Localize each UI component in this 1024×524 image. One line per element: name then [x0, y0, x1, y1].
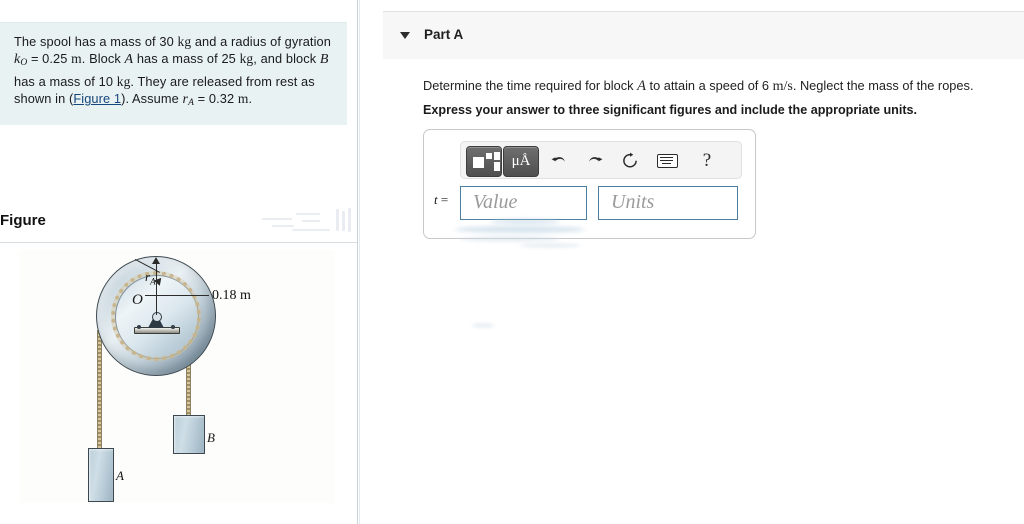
- template-icon-square-bottom: [494, 162, 500, 171]
- template-button[interactable]: [466, 146, 502, 177]
- question-part-c: . Neglect the mass of the ropes.: [792, 78, 974, 93]
- dimension-leader-line: [145, 295, 209, 297]
- problem-line3-c: . They are released from rest as: [130, 73, 315, 89]
- unit-kg-3: kg: [116, 73, 131, 89]
- problem-line1-b: and a radius of gyration: [191, 34, 331, 49]
- redo-icon[interactable]: [581, 146, 609, 175]
- keyboard-icon-body: [656, 153, 678, 168]
- question-unit: m/s: [772, 79, 793, 94]
- spool-outer-disc: rA: [96, 256, 216, 376]
- template-icon-square-large: [473, 157, 484, 168]
- template-icon-square-top: [494, 152, 500, 160]
- answer-toolbar: μÅ ?: [460, 141, 742, 179]
- question-text: Determine the time required for block A …: [423, 77, 1018, 95]
- question-part-b: to attain a speed of 6: [645, 78, 773, 93]
- block-b: [173, 415, 205, 454]
- problem-statement-box: The spool has a mass of 30 kg and a radi…: [0, 22, 347, 125]
- help-icon[interactable]: ?: [693, 146, 721, 175]
- figure-1-link[interactable]: Figure 1: [73, 91, 121, 106]
- answer-instruction: Express your answer to three significant…: [423, 103, 918, 117]
- page-root: The spool has a mass of 30 kg and a radi…: [0, 0, 1024, 524]
- question-block-symbol: A: [637, 78, 646, 94]
- block-a: [88, 448, 114, 502]
- render-artifact-4: [520, 243, 580, 248]
- render-artifact-3: [460, 236, 560, 242]
- part-a-title: Part A: [424, 27, 464, 42]
- problem-line2-c: has a mass of 25: [133, 51, 240, 67]
- unit-kg-2: kg: [239, 51, 254, 67]
- value-placeholder: Value: [473, 191, 518, 213]
- problem-line4-b: ). Assume: [121, 91, 183, 107]
- block-b-symbol: B: [319, 52, 329, 68]
- spool-bolt-left: [137, 325, 141, 329]
- answer-variable-label: t =: [434, 192, 448, 208]
- units-button[interactable]: μÅ: [503, 146, 539, 177]
- spool-bolt-right: [171, 325, 175, 329]
- problem-line2-d: , and block: [253, 51, 317, 67]
- units-icon-label: μÅ: [511, 153, 531, 169]
- answer-equals: =: [437, 192, 449, 207]
- render-artifact-1: [455, 226, 585, 233]
- figure-nav-ghost-artifact: [262, 207, 357, 239]
- render-artifact-5: [472, 323, 494, 328]
- rope-a: [97, 330, 102, 448]
- radius-label: rA: [145, 269, 156, 287]
- problem-line3-b: has a mass of 10: [14, 73, 117, 89]
- figure-divider: [0, 242, 357, 243]
- center-point-label: O: [132, 292, 143, 308]
- r-value: = 0.32: [194, 91, 238, 107]
- problem-statement-text: The spool has a mass of 30 kg and a radi…: [14, 33, 335, 113]
- part-a-header[interactable]: [383, 11, 1024, 59]
- radius-line: [155, 260, 157, 315]
- units-placeholder: Units: [611, 191, 655, 213]
- undo-icon[interactable]: [545, 146, 573, 175]
- problem-period: .: [248, 91, 253, 107]
- unit-m-2: m: [237, 91, 249, 107]
- spool-axle-pin: [152, 312, 162, 322]
- problem-line2-b: . Block: [81, 51, 125, 67]
- answer-entry-box: μÅ ? t = Value Units: [423, 129, 756, 239]
- unit-kg-1: kg: [177, 34, 192, 49]
- template-icon-square-small: [486, 153, 492, 159]
- question-part-a: Determine the time required for block: [423, 78, 638, 93]
- problem-line4-a: shown in (: [14, 91, 74, 107]
- keyboard-icon[interactable]: [653, 146, 681, 175]
- chevron-down-icon[interactable]: [400, 32, 410, 39]
- block-a-symbol: A: [124, 52, 134, 68]
- render-artifact-2: [490, 219, 560, 224]
- k-value: = 0.25: [27, 51, 72, 67]
- block-a-label: A: [116, 468, 124, 483]
- reset-icon[interactable]: [616, 146, 644, 175]
- right-panel: Part A Determine the time required for b…: [360, 0, 1024, 524]
- figure-section-title: Figure: [0, 212, 46, 229]
- left-panel: The spool has a mass of 30 kg and a radi…: [0, 0, 357, 524]
- block-b-label: B: [207, 430, 215, 445]
- dimension-label: 0.18 m: [212, 288, 251, 303]
- value-input[interactable]: Value: [460, 186, 587, 220]
- unit-m-1: m: [71, 51, 82, 67]
- problem-line1-a: The spool has a mass of 30: [14, 34, 178, 49]
- panel-divider: [357, 0, 358, 524]
- units-input[interactable]: Units: [598, 186, 738, 220]
